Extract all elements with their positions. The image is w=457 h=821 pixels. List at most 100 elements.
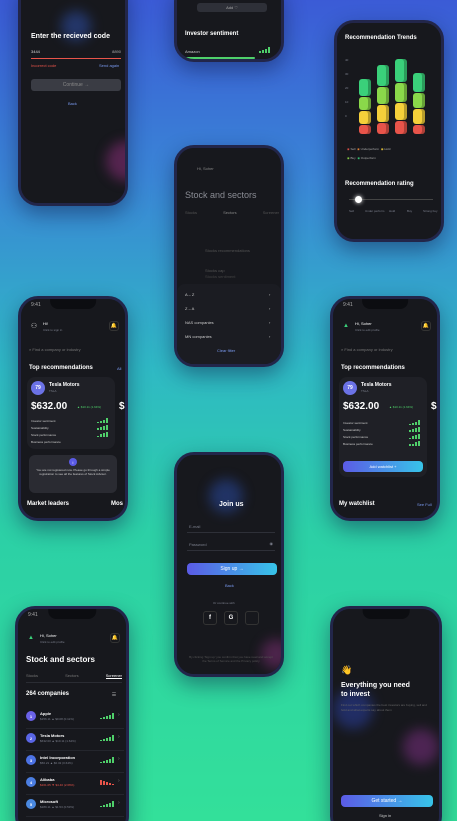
get-started-button[interactable]: Get started → [341, 795, 433, 807]
facebook-icon[interactable]: f [203, 611, 217, 625]
watchlist-title: My watchlist [339, 501, 375, 507]
sparkline-2 [97, 425, 108, 430]
metric-sentiment: Investor sentiment [31, 419, 56, 423]
search-input[interactable]: ⌕ Find a company or industry [341, 345, 437, 355]
tab-stocks[interactable]: Stocks [26, 673, 38, 679]
trend-bar-segment [413, 73, 425, 92]
clear-filter[interactable]: Clear filter [217, 348, 235, 353]
tab-stocks[interactable]: Stocks [185, 210, 197, 215]
apple-icon[interactable] [245, 611, 259, 625]
rank-badge: 4 [26, 777, 36, 787]
dim-item-2[interactable]: Stocks cap [205, 268, 225, 273]
company-name: Microsoft [40, 799, 58, 804]
greeting: Hi, Soher [40, 633, 57, 638]
tab-screener[interactable]: Screener [263, 210, 279, 215]
add-watchlist-button[interactable]: Add watchlist + [343, 461, 423, 472]
dim-item-1[interactable]: Stocks recommendations [205, 248, 250, 253]
chevron-right-icon: › [118, 734, 120, 740]
add-button[interactable]: Add ♡ [197, 3, 267, 12]
sort-za[interactable]: Z – A [185, 306, 194, 311]
legend-buy: ◉ Buy [347, 156, 356, 160]
rating-title: Recommendation rating [345, 181, 414, 187]
legend-sell: ◉ Sell [347, 147, 356, 151]
trend-bar-segment [395, 83, 407, 102]
sparkline-1 [409, 420, 420, 425]
section-more[interactable]: All [117, 366, 121, 371]
email-field[interactable]: E-mail [187, 521, 275, 533]
greeting: Hi! [43, 321, 48, 326]
phone-investor-sentiment: Add ♡ Investor sentiment Amazon [174, 0, 284, 62]
stock-card[interactable]: 79 Tesla Motors TSLA $632.00 ▲ $10.11 (1… [27, 377, 115, 449]
company-list: 1 Apple $156.11 ▲ $0.08 (0.11%) › 2 Tesla Mot… [26, 707, 124, 817]
peek-price: $5 [431, 401, 437, 412]
trend-sparkline [100, 713, 114, 719]
sign-in-link[interactable]: Sign in [379, 813, 391, 818]
ticker: TSLA [361, 389, 369, 393]
back-link[interactable]: Back [68, 101, 77, 106]
company-price: $632.00 ▲ $10.11 (1.64%) [40, 739, 76, 743]
eye-icon[interactable]: ◉ [270, 541, 274, 546]
join-title: Join us [219, 501, 244, 508]
sort-mn[interactable]: MN companies [185, 334, 212, 339]
bell-icon[interactable]: 🔔 [109, 321, 119, 331]
sparkline-2 [409, 427, 420, 432]
price: $632.00 [31, 401, 68, 412]
list-item[interactable]: 2 Tesla Motors $632.00 ▲ $10.11 (1.64%) › [26, 729, 124, 751]
avatar[interactable]: ▲ [341, 321, 351, 331]
list-item[interactable]: 1 Apple $156.11 ▲ $0.08 (0.11%) › [26, 707, 124, 729]
resend-link[interactable]: Send again [99, 63, 119, 68]
sentiment-company: Amazon [185, 49, 200, 54]
market-more[interactable]: Mos [111, 501, 123, 507]
section-title: Top recommendations [341, 365, 405, 371]
page-title: Stock and sectors [26, 655, 95, 664]
tab-sectors[interactable]: Sectors [65, 673, 79, 679]
signup-button[interactable]: Sign up → [187, 563, 277, 575]
sentiment-bar [185, 57, 255, 59]
tab-sectors[interactable]: Sectors [223, 210, 237, 215]
phone-top-reco-user: 9:41 ▲ Hi, Soher Click to edit profile 🔔… [330, 296, 440, 521]
phone-stock-sectors: 9:41 ▲ Hi, Soher Click to edit profile 🔔… [15, 606, 129, 821]
code-input[interactable]: 3444 8890 [31, 47, 121, 59]
info-icon: i [69, 458, 77, 466]
company-name: Tesla Motors [361, 382, 392, 388]
company-price: $289.11 ▲ $1.53 (0.53%) [40, 805, 75, 809]
trend-bar-segment [359, 79, 371, 96]
watchlist-more[interactable]: See Full [417, 502, 432, 507]
trend-bar-segment [377, 105, 389, 122]
trend-sparkline [100, 801, 114, 807]
companies-count: 264 companies [26, 691, 70, 697]
section-title: Top recommendations [29, 365, 93, 371]
list-item[interactable]: 4 Alibaba $161.05 ▼ $4.40 (2.66%) › [26, 773, 124, 795]
metric-sustainability: Sustainability [343, 428, 361, 432]
metric-business: Business performance [343, 442, 373, 446]
company-name: Apple [40, 711, 52, 716]
stock-card[interactable]: 79 Tesla Motors TSLA $632.00 ▲ $10.11 (1… [339, 377, 427, 477]
change: ▲ $10.11 (1.64%) [389, 405, 414, 409]
google-icon[interactable]: G [224, 611, 238, 625]
company-price: $156.11 ▲ $0.08 (0.11%) [40, 717, 74, 721]
trend-bar-segment [413, 109, 425, 124]
dim-item-3[interactable]: Stocks sentiment [205, 274, 235, 279]
peek-price: $5 [119, 401, 125, 412]
password-field[interactable]: Password ◉ [187, 539, 275, 551]
subgreeting: Click to edit profile [355, 328, 380, 332]
phone-code-entry: Enter the recieved code 3444 8890 Incorr… [18, 0, 128, 206]
legend-outperform: ◉ Outperform [357, 156, 376, 160]
legal-text: By clicking 'Sign up' you confirm that y… [189, 655, 273, 663]
sort-nas[interactable]: NAS companies [185, 320, 214, 325]
avatar[interactable]: ▲ [26, 633, 36, 643]
bell-icon[interactable]: 🔔 [110, 633, 120, 643]
sort-az[interactable]: A – Z [185, 292, 194, 297]
ticker: TSLA [49, 389, 57, 393]
list-item[interactable]: 3 Intel Incorporation $50.21 ▲ $0.32 (0.64… [26, 751, 124, 773]
bell-icon[interactable]: 🔔 [421, 321, 431, 331]
metric-stock: Stock performance [343, 435, 369, 439]
legend-underperform: ◉ Underperform [357, 147, 380, 151]
tab-screener[interactable]: Screener [105, 673, 122, 679]
user-icon[interactable]: ⚇ [29, 321, 39, 331]
search-input[interactable]: ⌕ Find a company or industry [29, 345, 125, 355]
continue-button[interactable]: Continue → [31, 79, 121, 91]
back-link[interactable]: Back [225, 583, 234, 588]
list-item[interactable]: 5 Microsoft $289.11 ▲ $1.53 (0.53%) › [26, 795, 124, 817]
filter-icon[interactable]: ☰ [110, 691, 118, 699]
